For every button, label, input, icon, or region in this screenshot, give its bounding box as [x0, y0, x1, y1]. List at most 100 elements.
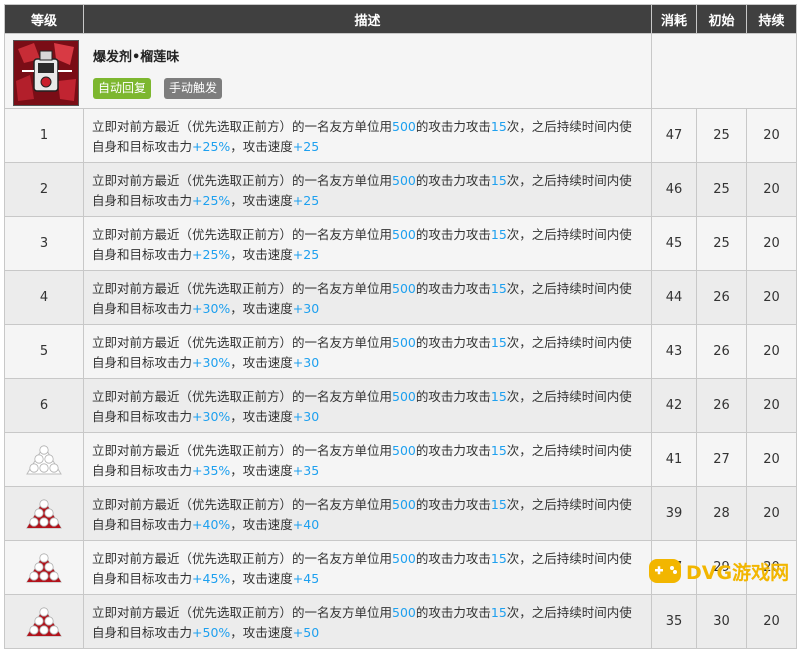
- duration-cell: 20: [746, 162, 797, 217]
- description-text: 立即对前方最近（优先选取正前方）的一名友方单位用: [92, 172, 393, 188]
- highlight-value: 500: [392, 118, 416, 134]
- description-text: ，攻击速度: [230, 462, 293, 478]
- highlight-value: +30: [292, 300, 320, 316]
- highlight-value: 15: [490, 280, 507, 296]
- mastery-dot: [34, 453, 44, 464]
- description-text: 的攻击力攻击: [415, 226, 491, 242]
- skill-header: 爆发剂•榴莲味 自动回复 手动触发: [4, 33, 652, 109]
- duration-cell: 20: [746, 432, 797, 487]
- cost-cell: 35: [651, 594, 697, 649]
- highlight-value: +30%: [192, 354, 231, 370]
- highlight-value: 500: [392, 226, 416, 242]
- description-text: 立即对前方最近（优先选取正前方）的一名友方单位用: [92, 226, 393, 242]
- highlight-value: 500: [392, 550, 416, 566]
- highlight-value: 500: [392, 496, 416, 512]
- cost-cell: 45: [651, 216, 697, 271]
- description-text: 立即对前方最近（优先选取正前方）的一名友方单位用: [92, 442, 393, 458]
- description-cell: 立即对前方最近（优先选取正前方）的一名友方单位用500的攻击力攻击15次，之后持…: [83, 324, 652, 379]
- highlight-value: +25%: [192, 246, 231, 262]
- mastery-dot: [39, 570, 49, 581]
- table-header: 等级 描述 消耗 初始 持续: [4, 4, 797, 34]
- watermark-logo: DVG游戏网: [646, 548, 798, 596]
- highlight-value: +25: [292, 138, 320, 154]
- table-row: 立即对前方最近（优先选取正前方）的一名友方单位用500的攻击力攻击15次，之后持…: [4, 594, 797, 649]
- mastery-icon: [26, 606, 62, 636]
- mastery-dot: [44, 507, 54, 518]
- mastery-dot: [39, 516, 49, 527]
- description-text: ，攻击速度: [230, 516, 293, 532]
- gamepad-icon: [649, 559, 681, 583]
- level-value: 5: [39, 344, 49, 359]
- description-cell: 立即对前方最近（优先选取正前方）的一名友方单位用500的攻击力攻击15次，之后持…: [83, 270, 652, 325]
- description-text: 的攻击力攻击: [415, 442, 491, 458]
- mastery-dot: [39, 462, 49, 473]
- level-cell: [4, 486, 84, 541]
- mastery-dot: [39, 444, 49, 455]
- mastery-dot: [44, 561, 54, 572]
- description-text: 立即对前方最近（优先选取正前方）的一名友方单位用: [92, 280, 393, 296]
- description-text: 的攻击力攻击: [415, 550, 491, 566]
- highlight-value: 500: [392, 172, 416, 188]
- description-text: ，攻击速度: [230, 192, 293, 208]
- description-cell: 立即对前方最近（优先选取正前方）的一名友方单位用500的攻击力攻击15次，之后持…: [83, 432, 652, 487]
- table-row: 立即对前方最近（优先选取正前方）的一名友方单位用500的攻击力攻击15次，之后持…: [4, 432, 797, 487]
- table-row: 4 立即对前方最近（优先选取正前方）的一名友方单位用500的攻击力攻击15次，之后…: [4, 270, 797, 325]
- initial-cell: 27: [696, 432, 747, 487]
- cost-cell: 43: [651, 324, 697, 379]
- cost-cell: 39: [651, 486, 697, 541]
- table-row: 5 立即对前方最近（优先选取正前方）的一名友方单位用500的攻击力攻击15次，之后…: [4, 324, 797, 379]
- tag-auto-recovery: 自动回复: [93, 78, 152, 99]
- level-value: 3: [39, 236, 49, 251]
- highlight-value: +30: [292, 354, 320, 370]
- description-text: ，攻击速度: [230, 300, 293, 316]
- mastery-dot: [29, 570, 39, 581]
- initial-cell: 25: [696, 108, 747, 163]
- description-cell: 立即对前方最近（优先选取正前方）的一名友方单位用500的攻击力攻击15次，之后持…: [83, 486, 652, 541]
- col-duration: 持续: [746, 4, 797, 34]
- initial-cell: 28: [696, 486, 747, 541]
- mastery-icon: [26, 552, 62, 582]
- initial-cell: 25: [696, 162, 747, 217]
- mastery-dot: [39, 552, 49, 563]
- description-text: ，攻击速度: [230, 570, 293, 586]
- highlight-value: 500: [392, 388, 416, 404]
- highlight-value: +35%: [192, 462, 231, 478]
- highlight-value: +50: [292, 624, 320, 640]
- description-text: 的攻击力攻击: [415, 604, 491, 620]
- mastery-dot: [39, 624, 49, 635]
- highlight-value: +25%: [192, 192, 231, 208]
- mastery-dot: [44, 453, 54, 464]
- cost-cell: 44: [651, 270, 697, 325]
- description-cell: 立即对前方最近（优先选取正前方）的一名友方单位用500的攻击力攻击15次，之后持…: [83, 540, 652, 595]
- level-value: 2: [39, 182, 49, 197]
- mastery-dot: [34, 615, 44, 626]
- description-text: 立即对前方最近（优先选取正前方）的一名友方单位用: [92, 118, 393, 134]
- description-text: 的攻击力攻击: [415, 388, 491, 404]
- description-text: 立即对前方最近（优先选取正前方）的一名友方单位用: [92, 334, 393, 350]
- duration-cell: 20: [746, 216, 797, 271]
- description-text: 立即对前方最近（优先选取正前方）的一名友方单位用: [92, 550, 393, 566]
- mastery-icon: [26, 498, 62, 528]
- cost-cell: 47: [651, 108, 697, 163]
- level-cell: 6: [4, 378, 84, 433]
- duration-cell: 20: [746, 108, 797, 163]
- highlight-value: +25: [292, 246, 320, 262]
- description-text: 的攻击力攻击: [415, 118, 491, 134]
- description-text: 立即对前方最近（优先选取正前方）的一名友方单位用: [92, 388, 393, 404]
- description-cell: 立即对前方最近（优先选取正前方）的一名友方单位用500的攻击力攻击15次，之后持…: [83, 108, 652, 163]
- duration-cell: 20: [746, 594, 797, 649]
- description-cell: 立即对前方最近（优先选取正前方）的一名友方单位用500的攻击力攻击15次，之后持…: [83, 378, 652, 433]
- highlight-value: +25: [292, 192, 320, 208]
- duration-cell: 20: [746, 486, 797, 541]
- mastery-dot: [44, 615, 54, 626]
- initial-cell: 26: [696, 324, 747, 379]
- mastery-dot: [29, 462, 39, 473]
- highlight-value: 15: [490, 334, 507, 350]
- description-text: ，攻击速度: [230, 354, 293, 370]
- description-cell: 立即对前方最近（优先选取正前方）的一名友方单位用500的攻击力攻击15次，之后持…: [83, 162, 652, 217]
- highlight-value: +30%: [192, 408, 231, 424]
- initial-cell: 30: [696, 594, 747, 649]
- skill-panel: 爆发剂•榴莲味 自动回复 手动触发 等级 描述 消耗 初始 持续 1 立即对前方最…: [4, 4, 798, 649]
- table-row: 1 立即对前方最近（优先选取正前方）的一名友方单位用500的攻击力攻击15次，之后…: [4, 108, 797, 163]
- mastery-dot: [49, 462, 59, 473]
